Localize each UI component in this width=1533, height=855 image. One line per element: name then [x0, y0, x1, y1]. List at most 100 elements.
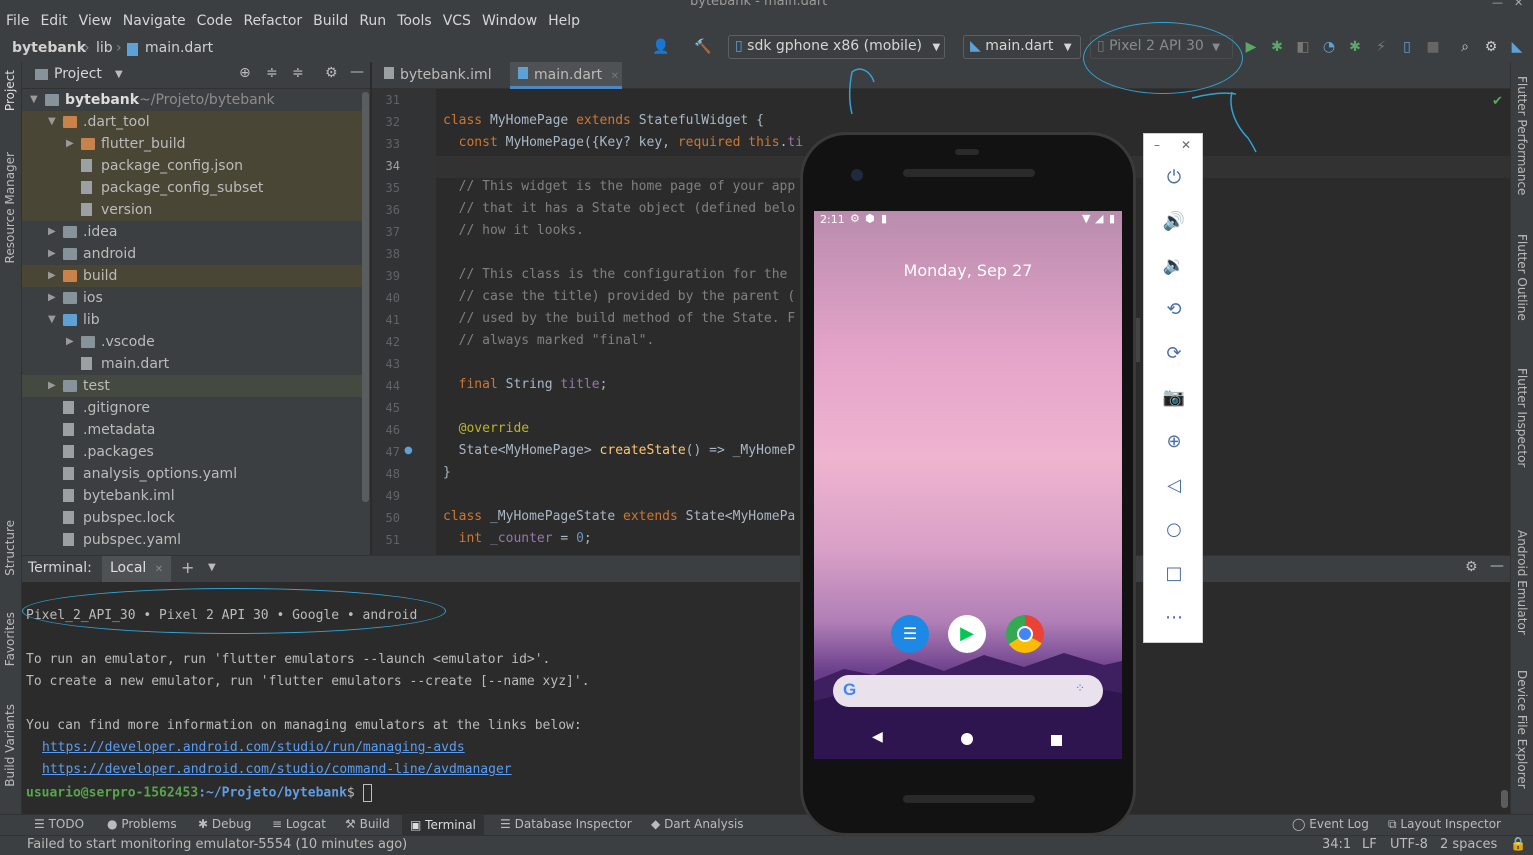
tab-bytebank-iml[interactable]: bytebank.iml	[376, 62, 508, 89]
attach-debugger-icon[interactable]: ✱	[1346, 38, 1364, 56]
status-position[interactable]: 34:1	[1322, 837, 1351, 852]
stripe-build-variants[interactable]: Build Variants	[3, 704, 17, 787]
breadcrumb-folder[interactable]: lib	[96, 40, 113, 56]
tree-item[interactable]: .metadata	[22, 419, 362, 441]
menu-file[interactable]: File	[6, 13, 29, 29]
tree-item[interactable]: version	[22, 199, 362, 221]
flutter-icon[interactable]: ◣	[1508, 38, 1526, 56]
chevron-down-icon[interactable]: ▼	[48, 309, 60, 331]
device-selector[interactable]: ▯ sdk gphone x86 (mobile) ▼	[728, 35, 945, 59]
menu-tools[interactable]: Tools	[397, 13, 432, 29]
chevron-down-icon[interactable]: ▼	[208, 562, 216, 573]
tree-item[interactable]: ▶ flutter_build	[22, 133, 362, 155]
tool-debug[interactable]: ✱ Debug	[198, 817, 251, 831]
debug-icon[interactable]: ✱	[1268, 38, 1286, 56]
rotate-left-icon[interactable]: ⟲	[1160, 296, 1188, 324]
lock-icon[interactable]: 🔒	[1510, 837, 1526, 852]
status-indent[interactable]: 2 spaces	[1440, 837, 1497, 852]
locate-icon[interactable]: ⊕	[239, 65, 251, 81]
close-icon[interactable]: ✕	[1514, 0, 1523, 9]
chevron-down-icon[interactable]: ▼	[30, 89, 42, 111]
stripe-structure[interactable]: Structure	[3, 520, 17, 576]
terminal-link[interactable]: https://developer.android.com/studio/run…	[42, 740, 465, 755]
terminal-prompt[interactable]: usuario@serpro-1562453:~/Projeto/byteban…	[26, 784, 372, 802]
stripe-project[interactable]: Project	[3, 70, 17, 111]
tab-main-dart[interactable]: main.dart ✕	[510, 62, 622, 89]
close-icon[interactable]: ✕	[611, 71, 619, 82]
status-encoding[interactable]: UTF-8	[1390, 837, 1428, 852]
zoom-icon[interactable]: ⊕	[1160, 428, 1188, 456]
apply-changes-icon[interactable]: ⚡	[1372, 38, 1390, 56]
stop-icon[interactable]: ■	[1424, 38, 1442, 56]
minimize-icon[interactable]: —	[1492, 0, 1503, 9]
stripe-resource-manager[interactable]: Resource Manager	[3, 152, 17, 263]
camera-icon[interactable]: 📷	[1160, 384, 1188, 412]
back-nav-icon[interactable]: ◀	[872, 729, 883, 745]
play-store-app-icon[interactable]: ▶	[948, 615, 986, 653]
override-marker-icon[interactable]: ●	[404, 445, 413, 456]
run-config-selector[interactable]: ◣ main.dart ▼	[963, 35, 1081, 59]
breadcrumb-file[interactable]: main.dart	[145, 40, 213, 56]
tool-logcat[interactable]: ≡ Logcat	[272, 817, 326, 831]
menu-edit[interactable]: Edit	[40, 13, 67, 29]
google-search-bar[interactable]: G ⁘	[833, 675, 1103, 707]
volume-up-icon[interactable]: 🔊	[1160, 208, 1188, 236]
gear-icon[interactable]: ⚙	[1482, 38, 1500, 56]
stripe-flutter-outline[interactable]: Flutter Outline	[1515, 234, 1529, 321]
power-icon[interactable]: ⏻	[1160, 164, 1188, 192]
breadcrumb-project[interactable]: bytebank	[12, 40, 86, 56]
tree-item[interactable]: ▶ build	[22, 265, 362, 287]
menu-navigate[interactable]: Navigate	[123, 13, 186, 29]
tree-item[interactable]: package_config.json	[22, 155, 362, 177]
user-icon[interactable]: 👤	[652, 38, 670, 56]
back-icon[interactable]: ◁	[1160, 472, 1188, 500]
stripe-favorites[interactable]: Favorites	[3, 612, 17, 666]
home-icon[interactable]: ○	[1160, 516, 1188, 544]
collapse-all-icon[interactable]: ≑	[292, 65, 304, 81]
tree-root[interactable]: ▼ bytebank ~/Projeto/bytebank	[22, 89, 362, 111]
tree-item[interactable]: pubspec.lock	[22, 507, 362, 529]
rotate-right-icon[interactable]: ⟳	[1160, 340, 1188, 368]
tree-item[interactable]: ▶ ios	[22, 287, 362, 309]
device-manager-icon[interactable]: ▯	[1398, 38, 1416, 56]
menu-build[interactable]: Build	[313, 13, 348, 29]
tool-database-inspector[interactable]: ☰ Database Inspector	[500, 817, 632, 831]
stripe-android-emulator[interactable]: Android Emulator	[1515, 530, 1529, 635]
tool-terminal[interactable]: ▣ Terminal	[402, 815, 484, 836]
menu-vcs[interactable]: VCS	[443, 13, 471, 29]
tool-todo[interactable]: ☰ TODO	[34, 817, 84, 831]
tree-item[interactable]: ▶ .vscode	[22, 331, 362, 353]
chevron-right-icon[interactable]: ▶	[48, 243, 60, 265]
run-icon[interactable]: ▶	[1242, 38, 1260, 56]
tree-item[interactable]: ▶ android	[22, 243, 362, 265]
overview-icon[interactable]: □	[1160, 560, 1188, 588]
menu-help[interactable]: Help	[548, 13, 580, 29]
minimize-icon[interactable]: –	[1154, 138, 1160, 152]
stripe-flutter-inspector[interactable]: Flutter Inspector	[1515, 368, 1529, 467]
terminal-link[interactable]: https://developer.android.com/studio/com…	[42, 762, 512, 777]
menu-run[interactable]: Run	[359, 13, 386, 29]
tree-item[interactable]: ▼ lib	[22, 309, 362, 331]
tree-item[interactable]: ▶ .idea	[22, 221, 362, 243]
profile-icon[interactable]: ◔	[1320, 38, 1338, 56]
terminal-tab-local[interactable]: Local ✕	[102, 556, 172, 583]
tree-item[interactable]: ▶ test	[22, 375, 362, 397]
tree-item[interactable]: .gitignore	[22, 397, 362, 419]
window-controls[interactable]: — ✕	[1490, 0, 1533, 9]
tool-layout-inspector[interactable]: ⧉ Layout Inspector	[1388, 817, 1501, 832]
stripe-device-file-explorer[interactable]: Device File Explorer	[1515, 670, 1529, 789]
chevron-right-icon[interactable]: ▶	[48, 265, 60, 287]
coverage-icon[interactable]: ◧	[1294, 38, 1312, 56]
stripe-flutter-performance[interactable]: Flutter Performance	[1515, 76, 1529, 195]
terminal-scrollbar[interactable]	[1501, 790, 1508, 808]
tree-item[interactable]: ▼ .dart_tool	[22, 111, 362, 133]
home-nav-icon[interactable]	[961, 733, 973, 745]
chevron-right-icon[interactable]: ▶	[66, 331, 78, 353]
tool-problems[interactable]: ● Problems	[107, 817, 177, 831]
tree-item[interactable]: .packages	[22, 441, 362, 463]
status-line-separator[interactable]: LF	[1362, 837, 1377, 852]
expand-all-icon[interactable]: ≑	[266, 65, 278, 81]
messages-app-icon[interactable]: ☰	[891, 615, 929, 653]
home-date[interactable]: Monday, Sep 27	[814, 261, 1122, 280]
emulator-screen[interactable]: 2:11 ⚙ ⬢ ▮ ▼ ◢ ▮ Monday, Sep 27 ☰ ▶ G ⁘ …	[814, 211, 1122, 759]
